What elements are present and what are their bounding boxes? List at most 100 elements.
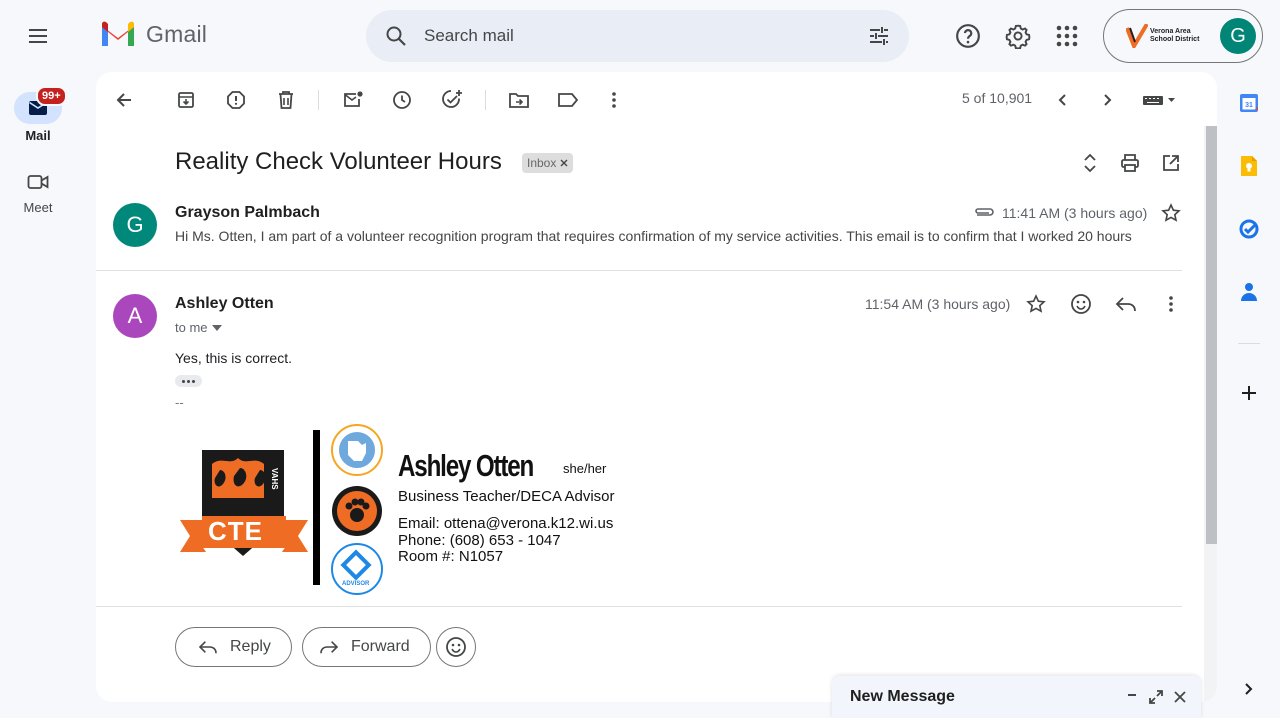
arrow-back-icon — [116, 93, 131, 107]
support-button[interactable] — [948, 16, 988, 56]
message-divider — [96, 270, 1182, 271]
newer-button[interactable] — [1045, 82, 1081, 118]
nav-mail-pill[interactable]: 99+ — [14, 86, 67, 124]
print-icon — [1121, 154, 1139, 172]
get-addons-button[interactable] — [1232, 376, 1266, 410]
report-spam-button[interactable] — [218, 82, 254, 118]
badge-text: CTE — [208, 516, 263, 546]
delete-button[interactable] — [268, 82, 304, 118]
clock-icon — [393, 91, 411, 109]
reply-icon-button[interactable] — [1108, 286, 1144, 322]
account-avatar[interactable]: G — [1220, 18, 1256, 54]
sender-avatar[interactable]: G — [113, 203, 157, 247]
signature-separator: -- — [175, 395, 184, 410]
recipients-toggle[interactable]: to me — [175, 320, 222, 335]
message-time[interactable]: 11:54 AM (3 hours ago) — [865, 296, 1010, 312]
search-bar[interactable] — [366, 10, 909, 62]
label-icon — [558, 93, 579, 107]
signature-title: Business Teacher/DECA Advisor — [398, 488, 615, 505]
nav-meet-icon-wrap[interactable] — [27, 168, 49, 196]
add-to-tasks-button[interactable] — [434, 82, 470, 118]
search-input[interactable] — [424, 26, 867, 46]
calendar-app-button[interactable]: 31 — [1232, 86, 1266, 120]
signature-room: Room #: N1057 — [398, 548, 504, 565]
caret-down-icon — [211, 324, 222, 331]
star-button[interactable] — [1018, 286, 1054, 322]
snooze-button[interactable] — [384, 82, 420, 118]
sender-name[interactable]: Grayson Palmbach — [175, 204, 320, 222]
keep-app-button[interactable] — [1232, 149, 1266, 183]
tasks-app-button[interactable] — [1232, 212, 1266, 246]
expand-all-button[interactable] — [1072, 145, 1108, 181]
star-button[interactable] — [1153, 195, 1189, 231]
inbox-label-chip: Inbox — [522, 153, 574, 173]
recipients-label: to me — [175, 320, 208, 335]
sender-avatar[interactable]: A — [113, 294, 157, 338]
emoji-reaction-button[interactable] — [436, 627, 476, 667]
search-icon[interactable] — [384, 24, 408, 48]
right-rail-divider — [1238, 343, 1260, 344]
open-new-window-button[interactable] — [1153, 145, 1189, 181]
help-icon — [956, 24, 980, 48]
move-to-button[interactable] — [501, 82, 537, 118]
forward-button[interactable]: Forward — [302, 627, 431, 667]
signature-name: Ashley Otten — [398, 448, 534, 483]
reply-button[interactable]: Reply — [175, 627, 292, 667]
gmail-m-icon — [102, 21, 134, 46]
nav-mail[interactable]: 99+ Mail — [14, 86, 67, 143]
google-calendar-icon: 31 — [1240, 94, 1258, 112]
labels-button[interactable] — [550, 82, 586, 118]
org-check-logo-icon — [1126, 24, 1148, 48]
more-vert-icon — [612, 92, 616, 108]
mark-unread-button[interactable] — [335, 82, 371, 118]
contacts-app-button[interactable] — [1232, 275, 1266, 309]
apps-button[interactable] — [1047, 16, 1087, 56]
show-side-panel-button[interactable] — [1232, 672, 1266, 706]
plus-icon — [1242, 386, 1256, 400]
ellipsis-dot — [192, 379, 195, 383]
minimize-icon[interactable] — [1125, 690, 1139, 704]
message-view: 5 of 10,901 Reality Check Volunteer Hour… — [96, 72, 1217, 702]
org-logo: Verona Area School District — [1126, 24, 1206, 48]
more-actions-button[interactable] — [596, 82, 632, 118]
reply-icon — [198, 641, 217, 654]
deca-advisor-seal-icon — [331, 543, 383, 595]
tiger-paw-seal-icon — [332, 486, 382, 536]
signature-email[interactable]: Email: ottena@verona.k12.wi.us — [398, 515, 613, 532]
move-folder-icon — [509, 93, 529, 108]
back-button[interactable] — [106, 82, 142, 118]
star-icon — [1026, 294, 1046, 313]
scrollbar-thumb[interactable] — [1206, 126, 1217, 544]
unread-badge: 99+ — [36, 86, 67, 106]
gmail-wordmark: Gmail — [146, 20, 208, 47]
emoji-icon — [1071, 294, 1091, 314]
org-name: Verona Area School District — [1150, 28, 1200, 43]
older-button[interactable] — [1089, 82, 1125, 118]
compose-window[interactable]: New Message — [832, 676, 1201, 718]
input-tools-button[interactable] — [1134, 82, 1184, 118]
archive-button[interactable] — [168, 82, 204, 118]
gmail-logo[interactable]: Gmail — [100, 20, 207, 48]
message-more-button[interactable] — [1153, 286, 1189, 322]
main-menu-button[interactable] — [14, 12, 62, 60]
message-body: Yes, this is correct. — [175, 350, 292, 366]
state-association-seal-icon — [331, 424, 383, 476]
toolbar-divider — [485, 90, 486, 110]
message-time[interactable]: 11:41 AM (3 hours ago) — [1002, 205, 1147, 221]
show-trimmed-content-button[interactable] — [175, 375, 202, 387]
compose-controls — [1125, 690, 1187, 704]
message-snippet[interactable]: Hi Ms. Otten, I am part of a volunteer r… — [175, 228, 1180, 244]
account-switcher[interactable]: Verona Area School District G — [1103, 9, 1263, 63]
settings-button[interactable] — [998, 16, 1038, 56]
print-button[interactable] — [1112, 145, 1148, 181]
search-options-icon[interactable] — [867, 24, 891, 48]
sender-name[interactable]: Ashley Otten — [175, 295, 274, 313]
remove-label-icon[interactable] — [560, 159, 568, 167]
expand-icon[interactable] — [1149, 690, 1163, 704]
close-icon[interactable] — [1173, 690, 1187, 704]
add-reaction-button[interactable] — [1063, 286, 1099, 322]
nav-meet[interactable]: Meet — [14, 168, 62, 215]
nav-mail-label: Mail — [25, 128, 51, 143]
compose-title[interactable]: New Message — [850, 688, 1125, 706]
message-counter: 5 of 10,901 — [962, 90, 1033, 106]
